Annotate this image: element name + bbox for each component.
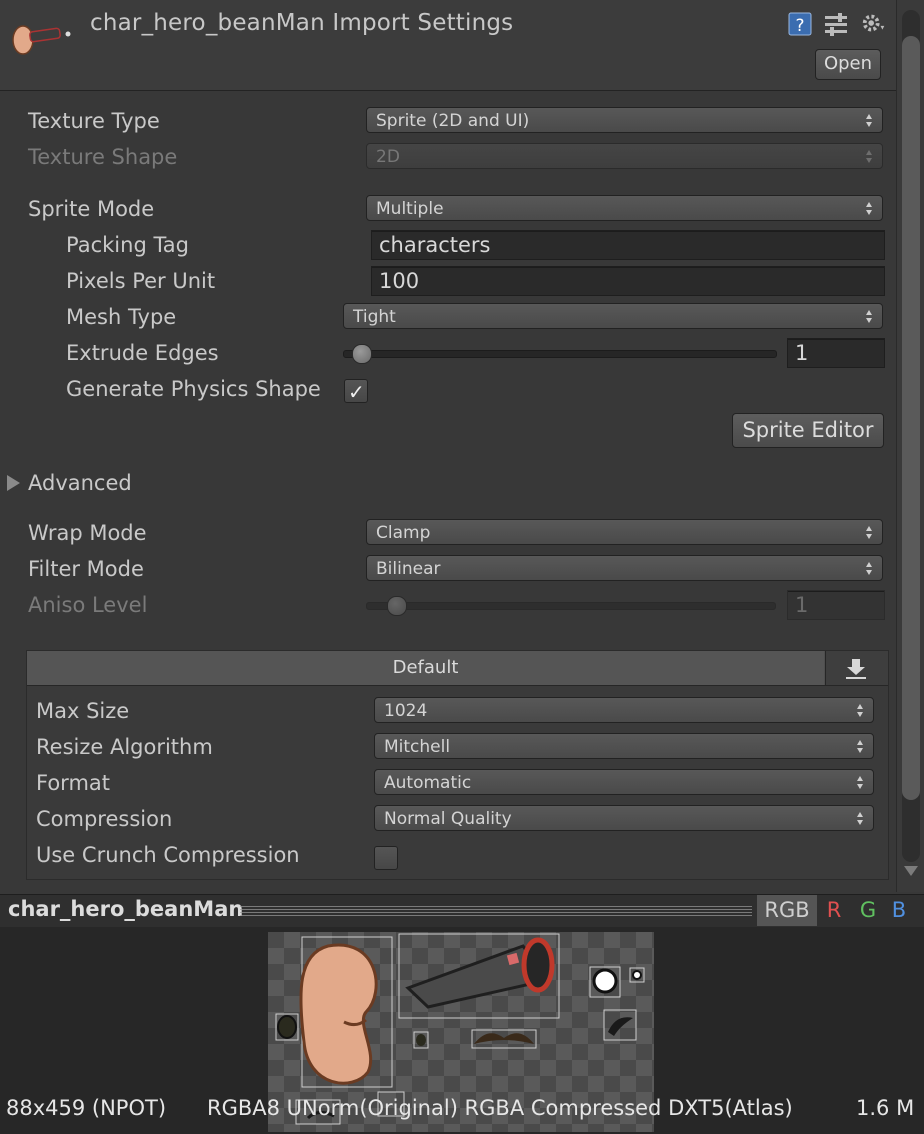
dropdown-arrows-icon — [855, 811, 865, 827]
platform-tab-bar: Default — [27, 651, 888, 686]
texture-type-label: Texture Type — [28, 109, 160, 133]
advanced-foldout[interactable]: Advanced — [28, 471, 132, 495]
packing-tag-field[interactable]: characters — [371, 230, 885, 260]
wrap-mode-label: Wrap Mode — [28, 521, 147, 545]
format-label: Format — [36, 771, 111, 795]
gear-icon[interactable] — [860, 10, 888, 38]
preview-drag-handle[interactable] — [240, 906, 752, 916]
extrude-edges-label: Extrude Edges — [66, 341, 219, 365]
use-crunch-compression-checkbox[interactable] — [374, 846, 398, 870]
max-size-dropdown[interactable]: 1024 — [374, 697, 874, 723]
inspector-scrollbar[interactable] — [896, 0, 924, 892]
preview-header: char_hero_beanMan RGB R G B — [0, 894, 924, 928]
mesh-type-label: Mesh Type — [66, 305, 177, 329]
dropdown-arrows-icon — [864, 113, 874, 129]
dropdown-arrows-icon — [864, 149, 874, 165]
max-size-value: 1024 — [384, 701, 428, 721]
max-size-label: Max Size — [36, 699, 130, 723]
tab-download-platform[interactable] — [825, 651, 888, 685]
preset-icon[interactable] — [822, 10, 850, 38]
format-dropdown[interactable]: Automatic — [374, 769, 874, 795]
channel-b-button[interactable]: B — [886, 895, 912, 926]
generate-physics-shape-label: Generate Physics Shape — [66, 377, 321, 401]
aniso-level-slider-track — [366, 602, 776, 610]
pixels-per-unit-field[interactable]: 100 — [371, 266, 885, 296]
texture-shape-dropdown: 2D — [366, 143, 883, 169]
resize-algorithm-label: Resize Algorithm — [36, 735, 213, 759]
channel-r-button[interactable]: R — [821, 895, 847, 926]
extrude-edges-field[interactable]: 1 — [787, 338, 885, 368]
compression-value: Normal Quality — [384, 809, 512, 829]
channel-g-button[interactable]: G — [854, 895, 882, 926]
mesh-type-value: Tight — [353, 307, 396, 327]
scrollbar-thumb[interactable] — [902, 36, 920, 800]
generate-physics-shape-checkbox[interactable]: ✓ — [344, 379, 368, 404]
compression-label: Compression — [36, 807, 173, 831]
advanced-foldout-arrow-icon[interactable] — [7, 475, 20, 491]
wrap-mode-dropdown[interactable]: Clamp — [366, 519, 883, 545]
preview-title: char_hero_beanMan — [8, 897, 244, 921]
texture-type-value: Sprite (2D and UI) — [376, 111, 530, 131]
texture-info-bar: 88x459 (NPOT) RGBA8 UNorm(Original) RGBA… — [0, 1096, 924, 1124]
sprite-mode-label: Sprite Mode — [28, 197, 155, 221]
texture-format-info: RGBA8 UNorm(Original) RGBA Compressed DX… — [207, 1096, 793, 1120]
svg-text:?: ? — [795, 16, 804, 36]
inspector-title: char_hero_beanMan Import Settings — [90, 10, 514, 36]
texture-type-dropdown[interactable]: Sprite (2D and UI) — [366, 107, 883, 133]
compression-dropdown[interactable]: Normal Quality — [374, 805, 874, 831]
open-button[interactable]: Open — [815, 49, 881, 80]
use-crunch-compression-label: Use Crunch Compression — [36, 843, 300, 867]
dropdown-arrows-icon — [864, 201, 874, 217]
filter-mode-label: Filter Mode — [28, 557, 144, 581]
dropdown-arrows-icon — [855, 775, 865, 791]
dropdown-arrows-icon — [855, 703, 865, 719]
inspector-header: char_hero_beanMan Import Settings ? Open — [0, 0, 896, 91]
scroll-down-arrow-icon[interactable] — [904, 866, 918, 876]
texture-shape-label: Texture Shape — [28, 145, 178, 169]
wrap-mode-value: Clamp — [376, 523, 431, 543]
texture-size-info: 88x459 (NPOT) — [6, 1096, 167, 1120]
aniso-level-slider-thumb — [387, 596, 407, 616]
extrude-edges-slider-track[interactable] — [343, 350, 777, 358]
texture-memory-info: 1.6 M — [856, 1096, 915, 1120]
packing-tag-label: Packing Tag — [66, 233, 189, 257]
help-icon[interactable]: ? — [786, 10, 814, 38]
dropdown-arrows-icon — [855, 739, 865, 755]
sprite-mode-dropdown[interactable]: Multiple — [366, 195, 883, 221]
format-value: Automatic — [384, 773, 472, 793]
tab-default[interactable]: Default — [27, 651, 824, 685]
sprite-editor-button[interactable]: Sprite Editor — [732, 413, 884, 448]
extrude-edges-slider-thumb[interactable] — [352, 344, 372, 364]
download-icon — [846, 659, 866, 679]
pixels-per-unit-label: Pixels Per Unit — [66, 269, 216, 293]
dropdown-arrows-icon — [864, 525, 874, 541]
resize-algorithm-dropdown[interactable]: Mitchell — [374, 733, 874, 759]
filter-mode-dropdown[interactable]: Bilinear — [366, 555, 883, 581]
dropdown-arrows-icon — [864, 561, 874, 577]
texture-shape-value: 2D — [376, 147, 400, 167]
aniso-level-label: Aniso Level — [28, 593, 148, 617]
channel-rgb-button[interactable]: RGB — [757, 895, 817, 926]
dropdown-arrows-icon — [864, 309, 874, 325]
aniso-level-field: 1 — [787, 590, 885, 620]
mesh-type-dropdown[interactable]: Tight — [343, 303, 883, 329]
checkmark-icon: ✓ — [348, 380, 365, 404]
resize-algorithm-value: Mitchell — [384, 737, 451, 757]
sprite-mode-value: Multiple — [376, 199, 444, 219]
filter-mode-value: Bilinear — [376, 559, 441, 579]
asset-thumbnail-icon — [12, 25, 71, 55]
